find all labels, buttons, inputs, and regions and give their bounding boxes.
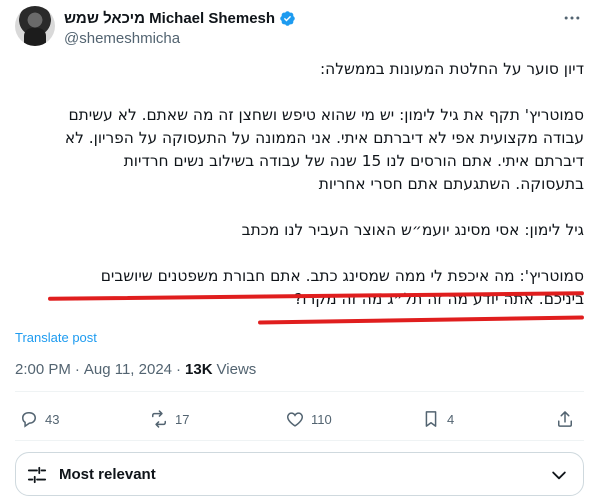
verified-badge-icon: [280, 10, 295, 26]
bookmark-icon: [425, 411, 437, 427]
sort-selected-value: Most relevant: [59, 466, 156, 483]
reply-count: 43: [45, 411, 60, 427]
repost-button[interactable]: 17: [149, 409, 189, 429]
tweet-line: עבודה מקצועית אפי לא דיברתם איתי. אני המ…: [64, 129, 584, 147]
repost-count: 17: [175, 411, 190, 427]
more-options-icon[interactable]: [562, 8, 582, 28]
meta-separator: ·: [74, 361, 80, 378]
heart-icon: [287, 412, 303, 427]
views-label: Views: [216, 361, 257, 378]
reply-button[interactable]: 43: [19, 409, 59, 429]
avatar[interactable]: [15, 6, 55, 46]
bookmark-button[interactable]: 4: [421, 409, 454, 429]
translate-post-link[interactable]: Translate post: [15, 330, 97, 345]
tweet-time[interactable]: 2:00 PM: [15, 361, 71, 378]
sort-sliders-icon: [27, 466, 47, 484]
action-bar: 43 17 110 4: [15, 404, 584, 438]
share-button[interactable]: [555, 409, 575, 429]
author-name-row[interactable]: מיכאל שמש Michael Shemesh: [64, 8, 296, 28]
tweet-header: מיכאל שמש Michael Shemesh @shemeshmicha: [0, 0, 611, 58]
display-name[interactable]: מיכאל שמש Michael Shemesh: [64, 10, 275, 27]
views-count: 13K: [185, 361, 213, 378]
divider: [15, 440, 584, 441]
like-count: 110: [311, 411, 332, 427]
replies-sort-dropdown[interactable]: Most relevant: [15, 452, 584, 496]
tweet-text: דיון סוער על החלטת המעונות בממשלה: סמוטר…: [15, 58, 584, 311]
tweet-date[interactable]: Aug 11, 2024: [84, 361, 172, 378]
tweet-line: בתעסוקה. השתגעתם אתם חסרי אחריות: [318, 175, 584, 193]
share-icon: [558, 411, 572, 427]
meta-separator: ·: [176, 361, 182, 378]
tweet-meta: 2:00 PM · Aug 11, 2024 · 13K Views: [15, 361, 256, 378]
tweet-line: גיל לימון: אסי מסינג יועמ״ש האוצר העביר …: [241, 221, 584, 239]
tweet-line: סמוטריץ' תקף את גיל לימון: יש מי שהוא טי…: [68, 106, 584, 124]
tweet-line: סמוטריץ': מה איכפת לי ממה שמסינג כתב. את…: [100, 267, 584, 285]
divider: [15, 391, 584, 392]
highlight-underline: [257, 315, 585, 325]
like-button[interactable]: 110: [285, 409, 332, 429]
repost-icon: [152, 410, 166, 428]
reply-icon: [21, 412, 37, 428]
author-handle[interactable]: @shemeshmicha: [64, 30, 180, 47]
tweet-line: דיון סוער על החלטת המעונות בממשלה:: [319, 60, 584, 78]
tweet-line: דיברתם איתי. אתם הורסים לנו 15 שנה של עב…: [123, 152, 584, 170]
bookmark-count: 4: [447, 411, 455, 427]
chevron-down-icon: [552, 471, 566, 480]
